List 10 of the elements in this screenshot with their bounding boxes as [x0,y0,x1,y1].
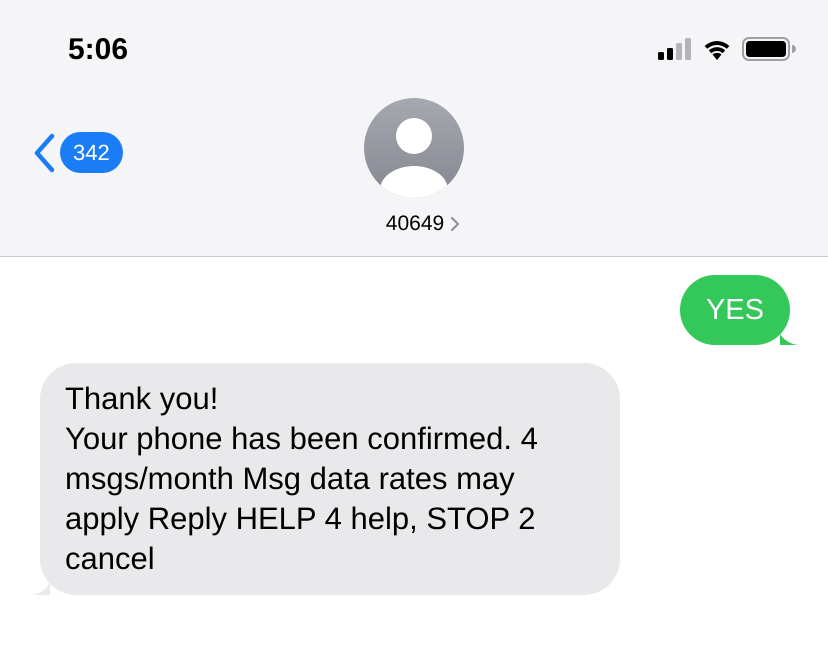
contact-name[interactable]: 40649 [386,208,444,240]
wifi-icon [702,38,732,60]
contact-avatar[interactable] [364,98,464,198]
signal-icon [658,38,692,60]
status-time: 5:06 [68,32,128,68]
chevron-right-icon[interactable] [450,216,460,232]
bubble-tail [780,334,798,345]
back-chevron-icon[interactable] [32,132,56,172]
battery-icon [742,37,796,61]
unread-count-badge[interactable]: 342 [60,132,123,173]
